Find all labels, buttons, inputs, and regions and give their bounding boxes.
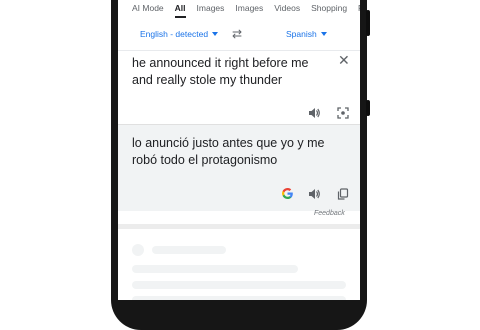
feedback-link[interactable]: Feedback (314, 210, 345, 217)
target-language-select[interactable]: Spanish (286, 29, 327, 39)
source-language-label: English - detected (140, 29, 209, 39)
skeleton-line (152, 246, 226, 254)
skeleton-line (132, 281, 346, 289)
tab-shopping[interactable]: Shopping (311, 0, 347, 18)
skeleton-line (132, 265, 298, 273)
tab-all[interactable]: All (174, 0, 186, 18)
target-language-label: Spanish (286, 29, 317, 39)
phone-volume-button (366, 100, 370, 116)
tab-images[interactable]: Images (197, 0, 225, 18)
lens-camera-icon[interactable] (337, 106, 349, 124)
language-selector-row: English - detected ⇄ Spanish (118, 22, 360, 51)
phone-side-button (366, 10, 370, 36)
tab-ai-mode[interactable]: AI Mode (132, 0, 164, 18)
search-tabs: AI Mode All Images Images Videos Shoppin… (118, 0, 360, 18)
swap-languages-icon[interactable]: ⇄ (232, 27, 242, 41)
speaker-icon[interactable] (308, 187, 320, 205)
phone-screen: AI Mode All Images Images Videos Shoppin… (118, 0, 360, 300)
speaker-icon[interactable] (308, 106, 320, 124)
chevron-down-icon (212, 32, 219, 36)
translation-panel: lo anunció justo antes que yo y me robó … (118, 124, 360, 211)
section-divider (118, 224, 360, 229)
source-text-panel[interactable]: he announced it right before me and real… (118, 50, 360, 124)
tab-more[interactable]: Pe (358, 0, 360, 18)
translated-text: lo anunció justo antes que yo y me robó … (132, 136, 325, 167)
chevron-down-icon (320, 32, 327, 36)
source-text[interactable]: he announced it right before me and real… (132, 55, 332, 89)
source-language-select[interactable]: English - detected (140, 29, 219, 39)
skeleton-line (132, 296, 346, 300)
tab-images-2[interactable]: Images (235, 0, 263, 18)
google-g-icon[interactable] (281, 187, 294, 205)
skeleton-avatar (132, 244, 144, 256)
close-icon[interactable]: ✕ (338, 52, 350, 69)
tab-videos[interactable]: Videos (274, 0, 300, 18)
copy-icon[interactable] (337, 187, 349, 205)
